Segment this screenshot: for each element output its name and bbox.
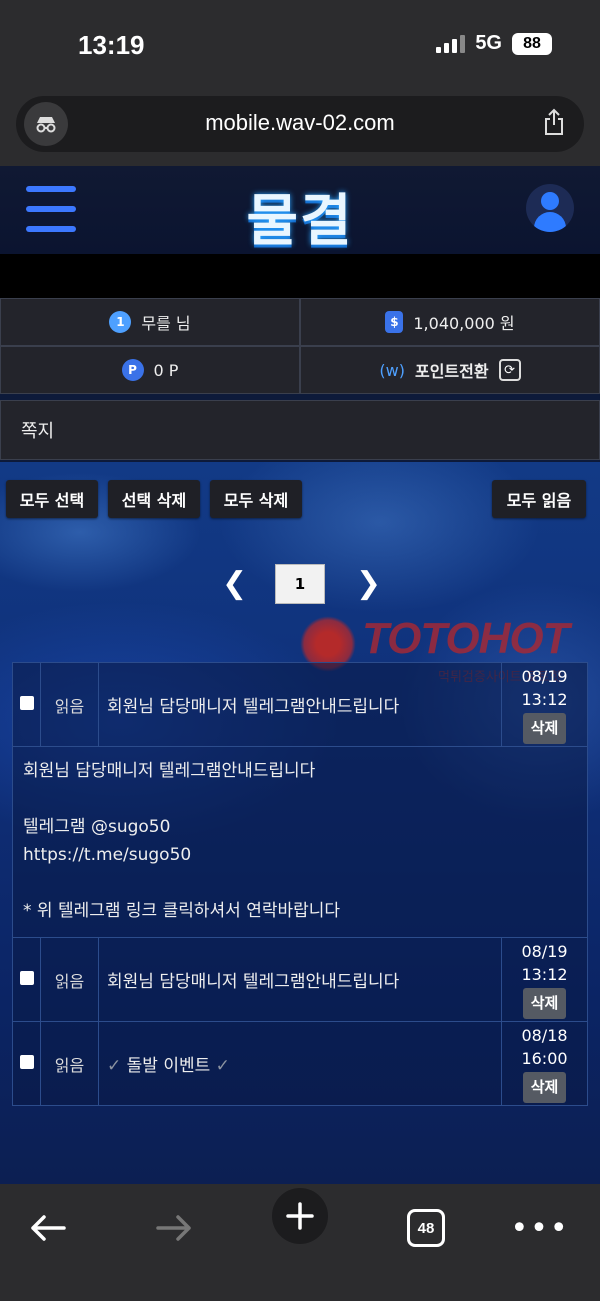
back-arrow-icon[interactable] bbox=[18, 1198, 78, 1258]
checkmark-icon: ✓ bbox=[107, 1056, 122, 1076]
pagination: ❮ 1 ❯ bbox=[0, 564, 600, 604]
content-line: * 위 텔레그램 링크 클릭하셔서 연락바랍니다 bbox=[23, 901, 341, 921]
delete-button[interactable]: 삭제 bbox=[522, 988, 567, 1019]
checkmark-icon: ✓ bbox=[215, 1056, 230, 1076]
refresh-icon[interactable]: ⟳ bbox=[498, 359, 521, 381]
header-divider bbox=[0, 254, 600, 298]
tabs-button[interactable]: 48 bbox=[396, 1198, 456, 1258]
convert-icon: (w) bbox=[379, 360, 405, 380]
share-icon[interactable] bbox=[542, 108, 566, 142]
convert-label: 포인트전환 bbox=[414, 362, 489, 381]
message-title[interactable]: 회원님 담당매니저 텔레그램안내드립니다 bbox=[98, 662, 502, 747]
more-icon[interactable]: ••• bbox=[510, 1198, 570, 1258]
action-buttons: 모두 선택 선택 삭제 모두 삭제 모두 읽음 bbox=[6, 480, 588, 518]
message-date: 08/19 bbox=[521, 667, 568, 686]
content-line: 회원님 담당매니저 텔레그램안내드립니다 bbox=[23, 761, 316, 781]
status-bar: 13:19 5G 88 bbox=[0, 0, 600, 90]
message-row[interactable]: 읽음 회원님 담당매니저 텔레그램안내드립니다 08/19 13:12 삭제 bbox=[12, 937, 588, 1022]
message-date: 08/19 bbox=[521, 942, 568, 961]
message-row[interactable]: 읽음 ✓ 돌발 이벤트 ✓ 08/18 16:00 삭제 bbox=[12, 1021, 588, 1106]
site-header: 물결 bbox=[0, 166, 600, 254]
message-time: 13:12 bbox=[521, 690, 568, 709]
watermark-brand: TOTOHOT bbox=[362, 614, 569, 663]
message-date: 08/18 bbox=[521, 1026, 568, 1045]
point-icon: P bbox=[121, 359, 144, 381]
delete-button[interactable]: 삭제 bbox=[522, 1072, 567, 1103]
site-logo[interactable]: 물결 bbox=[0, 176, 600, 257]
message-area: 모두 선택 선택 삭제 모두 삭제 모두 읽음 ❮ 1 ❯ TOTOHOT 먹튀… bbox=[0, 462, 600, 1184]
username: 무를 님 bbox=[141, 314, 191, 333]
balance-cell: $ 1,040,000 원 bbox=[300, 298, 600, 346]
chevron-left-icon[interactable]: ❮ bbox=[222, 566, 247, 601]
plus-icon[interactable] bbox=[272, 1188, 328, 1244]
message-title[interactable]: ✓ 돌발 이벤트 ✓ bbox=[98, 1021, 502, 1106]
read-status: 읽음 bbox=[40, 662, 99, 747]
page-title: 쪽지 bbox=[0, 400, 600, 460]
balance: 1,040,000 원 bbox=[413, 314, 515, 333]
points: 0 P bbox=[153, 360, 179, 380]
browser-toolbar: 48 ••• bbox=[0, 1184, 600, 1301]
telegram-link[interactable]: https://t.me/sugo50 bbox=[23, 841, 577, 869]
row-checkbox[interactable] bbox=[19, 696, 34, 710]
user-icon[interactable] bbox=[526, 184, 574, 232]
browser-address-area: mobile.wav-02.com bbox=[0, 90, 600, 166]
delete-button[interactable]: 삭제 bbox=[522, 713, 567, 744]
message-time: 16:00 bbox=[521, 1049, 568, 1068]
battery-icon: 88 bbox=[512, 32, 552, 55]
message-row[interactable]: 읽음 회원님 담당매니저 텔레그램안내드립니다 08/19 13:12 삭제 bbox=[12, 662, 588, 747]
row-checkbox[interactable] bbox=[19, 1055, 34, 1069]
address-bar[interactable]: mobile.wav-02.com bbox=[16, 96, 584, 152]
delete-all-button[interactable]: 모두 삭제 bbox=[210, 480, 302, 518]
message-title[interactable]: 회원님 담당매니저 텔레그램안내드립니다 bbox=[98, 937, 502, 1022]
signal-icon bbox=[436, 34, 466, 53]
read-all-button[interactable]: 모두 읽음 bbox=[492, 480, 586, 518]
wallet-icon: $ bbox=[385, 311, 404, 333]
tab-count: 48 bbox=[407, 1209, 445, 1247]
page-number[interactable]: 1 bbox=[275, 564, 325, 604]
points-cell: P 0 P bbox=[0, 346, 300, 394]
content-line: 텔레그램 @sugo50 bbox=[23, 817, 171, 837]
chevron-right-icon[interactable]: ❯ bbox=[356, 566, 381, 601]
message-title-text: 돌발 이벤트 bbox=[126, 1056, 211, 1076]
user-info-grid: 1 무를 님 $ 1,040,000 원 P 0 P (w) 포인트전환 ⟳ bbox=[0, 298, 600, 394]
message-content-row: 회원님 담당매니저 텔레그램안내드립니다 텔레그램 @sugo50 https:… bbox=[12, 746, 588, 938]
point-convert-button[interactable]: (w) 포인트전환 ⟳ bbox=[300, 346, 600, 394]
delete-selected-button[interactable]: 선택 삭제 bbox=[108, 480, 200, 518]
network-type: 5G bbox=[475, 32, 502, 54]
message-time: 13:12 bbox=[521, 965, 568, 984]
user-badge-icon: 1 bbox=[109, 311, 132, 333]
read-status: 읽음 bbox=[40, 1021, 99, 1106]
url-text: mobile.wav-02.com bbox=[205, 110, 395, 135]
status-indicators: 5G 88 bbox=[436, 32, 552, 55]
message-content: 회원님 담당매니저 텔레그램안내드립니다 텔레그램 @sugo50 https:… bbox=[12, 746, 588, 938]
username-cell: 1 무를 님 bbox=[0, 298, 300, 346]
read-status: 읽음 bbox=[40, 937, 99, 1022]
message-table: 읽음 회원님 담당매니저 텔레그램안내드립니다 08/19 13:12 삭제 회… bbox=[12, 662, 588, 1106]
row-checkbox[interactable] bbox=[19, 971, 34, 985]
forward-arrow-icon[interactable] bbox=[144, 1198, 204, 1258]
select-all-button[interactable]: 모두 선택 bbox=[6, 480, 98, 518]
status-time: 13:19 bbox=[78, 30, 145, 60]
